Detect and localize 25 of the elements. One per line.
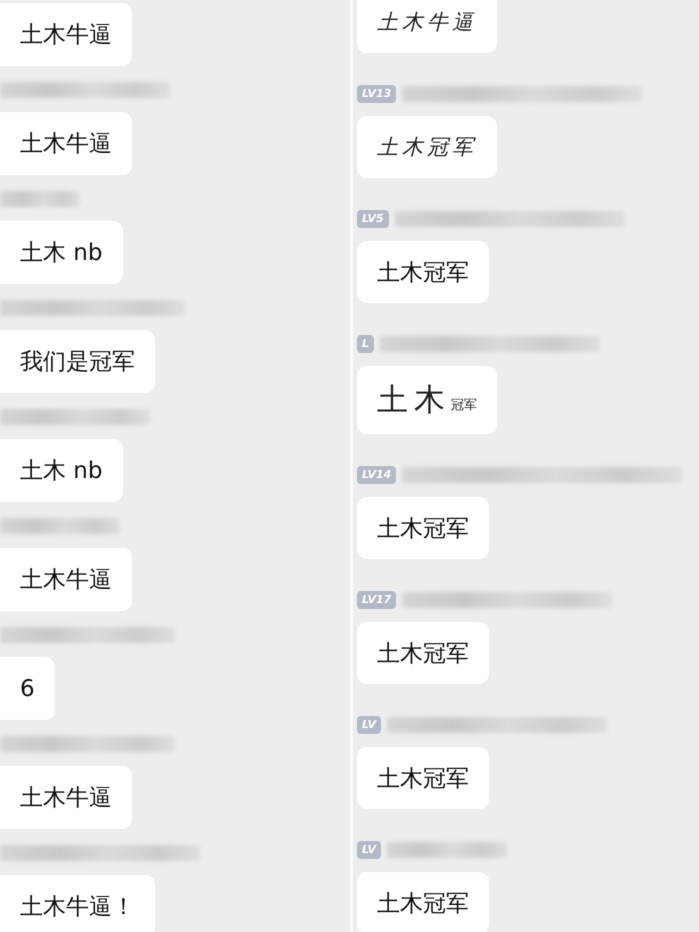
level-badge: LV17 [357, 591, 396, 609]
level-badge: LV [357, 716, 382, 734]
message-text: 6 [20, 676, 35, 702]
message-text: 土木牛逼 [20, 21, 112, 50]
message-text: 土木 [377, 381, 451, 419]
level-badge: LV5 [357, 210, 389, 228]
message-text: 土木牛逼 [20, 130, 112, 159]
message-text: 土木冠军 [377, 764, 469, 794]
message-text: 土木冠军 [377, 640, 469, 668]
message-text: 冠军 [451, 396, 477, 414]
message-text: 土木牛逼 [377, 9, 477, 36]
level-badge: L [357, 335, 374, 353]
message-text: 土木 nb [20, 239, 102, 268]
message-text: 土木冠军 [377, 258, 469, 288]
level-badge: LV [357, 841, 382, 859]
message-text: 我们是冠军 [20, 348, 135, 377]
level-badge: LV14 [357, 466, 396, 484]
message-text: 土木牛逼 [20, 566, 112, 595]
level-badge: LV13 [357, 85, 396, 103]
message-text: 土木牛逼 [20, 784, 112, 813]
message-text: 土木牛逼！ [20, 893, 135, 922]
message-text: 土木冠军 [377, 134, 477, 161]
message-text: 土木冠军 [377, 890, 469, 918]
message-text: 土木 nb [20, 457, 102, 486]
message-text: 土木冠军 [377, 514, 469, 544]
